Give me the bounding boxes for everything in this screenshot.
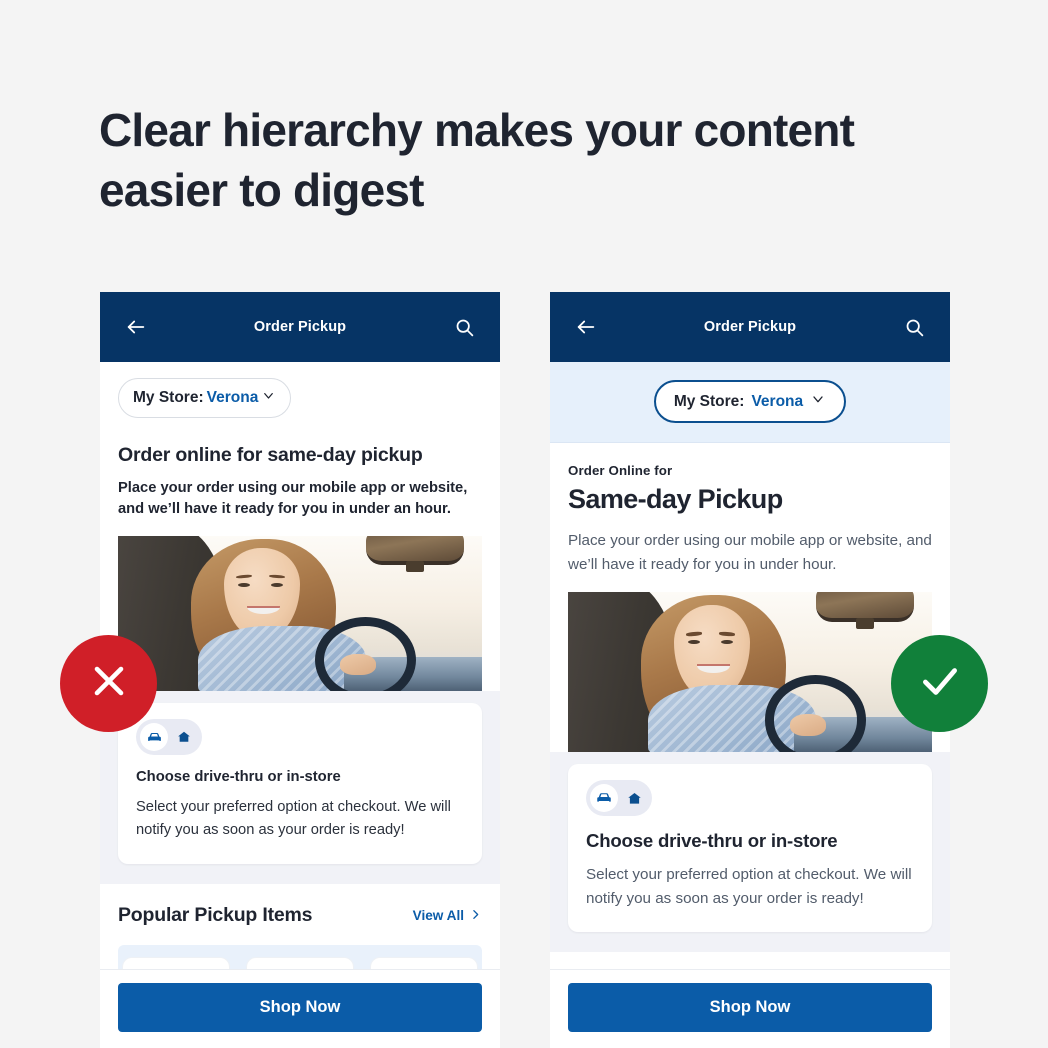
back-arrow-icon[interactable] <box>120 311 152 343</box>
fulfillment-options-pill <box>136 719 202 755</box>
feature-card: Choose drive-thru or in-store Select you… <box>568 764 932 932</box>
chevron-down-icon <box>261 388 276 408</box>
app-bar: Order Pickup <box>550 292 950 362</box>
shop-now-button[interactable]: Shop Now <box>568 983 932 1032</box>
woman-driving-car-photo <box>118 536 482 691</box>
popular-items-title: Popular Pickup Items <box>118 904 313 926</box>
feature-card-body: Select your preferred option at checkout… <box>136 799 451 838</box>
back-arrow-icon[interactable] <box>570 311 602 343</box>
feature-card-heading: Choose drive-thru or in-store <box>586 830 838 851</box>
feature-card-section: Choose drive-thru or in-store Select you… <box>100 691 500 884</box>
status-badge-correct <box>891 635 988 732</box>
hero-photo-wrapper <box>100 536 500 691</box>
sticky-cta-bar: Shop Now <box>550 969 950 1048</box>
check-icon <box>915 656 965 711</box>
store-selector-value: Verona <box>206 389 259 406</box>
popular-items-header: Popular Pickup Items View All <box>118 904 482 927</box>
chevron-down-icon <box>810 391 826 412</box>
feature-card-heading: Choose drive-thru or in-store <box>136 769 341 785</box>
car-icon <box>590 784 618 812</box>
fulfillment-options-pill <box>586 780 652 816</box>
intro-section: Order Online for Same-day Pickup Place y… <box>550 463 950 576</box>
store-selector-chip[interactable]: My Store: Verona <box>653 380 847 423</box>
view-all-label: View All <box>412 908 464 923</box>
store-selector-row: My Store: Verona <box>550 362 950 443</box>
store-selector-chip[interactable]: My Store: Verona <box>118 378 292 418</box>
intro-eyebrow: Order Online for <box>568 463 673 478</box>
store-selector-label: My Store: <box>673 392 745 410</box>
shop-now-button[interactable]: Shop Now <box>118 983 482 1032</box>
store-selector-value: Verona <box>751 392 804 410</box>
feature-card-section: Choose drive-thru or in-store Select you… <box>550 752 950 952</box>
store-selector-row: My Store: Verona <box>100 362 500 428</box>
intro-body: Place your order using our mobile app or… <box>118 480 468 517</box>
feature-card: Choose drive-thru or in-store Select you… <box>118 703 482 864</box>
page-title: Clear hierarchy makes your content easie… <box>99 104 855 216</box>
home-icon <box>170 723 198 751</box>
intro-heading: Order online for same-day pickup <box>118 444 423 466</box>
bad-example-phone-mockup: Order Pickup My Store: Verona Order onli… <box>100 292 500 1048</box>
woman-driving-car-photo <box>568 592 932 752</box>
app-bar: Order Pickup <box>100 292 500 362</box>
search-icon[interactable] <box>898 311 930 343</box>
view-all-link[interactable]: View All <box>413 908 482 924</box>
feature-card-body: Select your preferred option at checkout… <box>586 866 912 907</box>
home-icon <box>620 784 648 812</box>
intro-section: Order online for same-day pickup Place y… <box>100 444 500 520</box>
close-icon <box>85 657 133 710</box>
hero-photo-wrapper <box>550 592 950 752</box>
intro-heading: Same-day Pickup <box>568 484 783 514</box>
car-icon <box>140 723 168 751</box>
chevron-right-icon <box>469 908 482 924</box>
app-bar-title: Order Pickup <box>253 319 347 335</box>
store-selector-label: My Store: <box>133 389 204 406</box>
sticky-cta-bar: Shop Now <box>100 969 500 1048</box>
intro-body: Place your order using our mobile app or… <box>568 532 932 573</box>
app-bar-title: Order Pickup <box>703 319 797 335</box>
search-icon[interactable] <box>448 311 480 343</box>
good-example-phone-mockup: Order Pickup My Store: Verona Order Onli… <box>550 292 950 1048</box>
status-badge-incorrect <box>60 635 157 732</box>
